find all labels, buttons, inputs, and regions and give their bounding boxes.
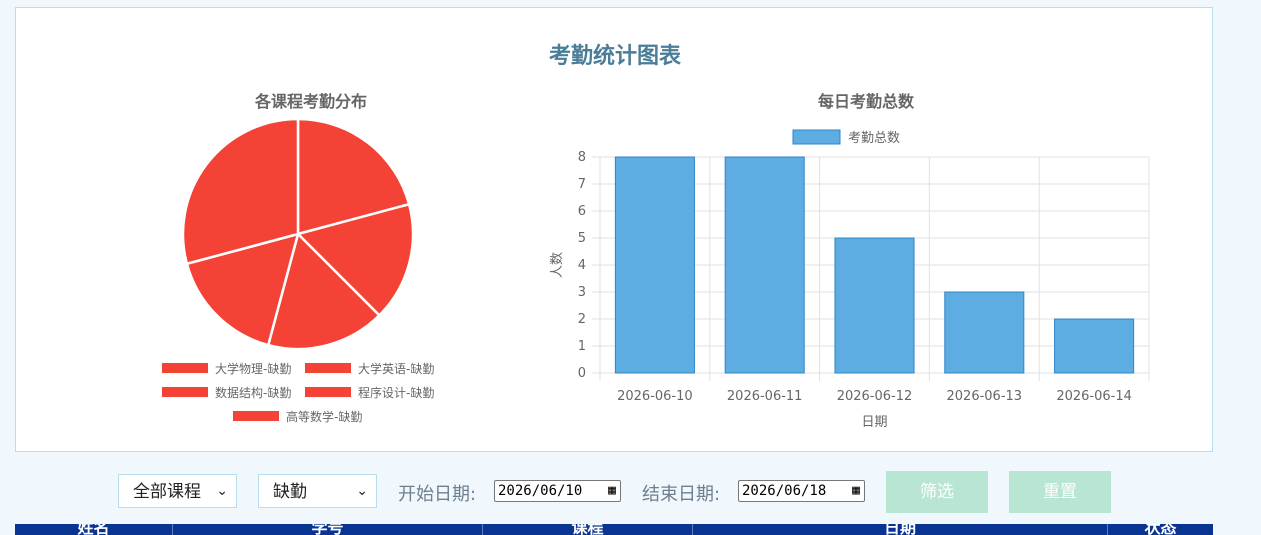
x-tick-label: 2026-06-12 (837, 389, 913, 404)
y-tick-label: 8 (578, 150, 586, 165)
start-date-value: 2026/06/10 (498, 483, 583, 499)
end-date-label: 结束日期: (642, 484, 721, 505)
chart-panel: 考勤统计图表 各课程考勤分布 每日考勤总数 大学物理-缺勤 大学英语-缺勤 数据结构… (15, 7, 1213, 452)
y-axis-title: 人数 (550, 252, 565, 278)
filter-bar: 全部课程 ⌄ 缺勤 ⌄ 开始日期: 2026/06/10 ▦ 结束日期: 202… (0, 466, 1261, 516)
y-tick-label: 5 (578, 231, 586, 246)
chevron-down-icon: ⌄ (216, 483, 228, 499)
column-header-student-id[interactable]: 学号 (173, 524, 483, 535)
bar-chart: 0 1 2 3 4 5 6 7 8 2026-06-10 2026-06-11 2026-06-12 2… (550, 129, 1150, 430)
x-tick-label: 2026-06-13 (947, 389, 1023, 404)
end-date-input[interactable]: 2026/06/18 ▦ (738, 480, 865, 502)
column-header-name[interactable]: 姓名 (15, 524, 173, 535)
y-tick-label: 0 (578, 366, 586, 381)
x-tick-label: 2026-06-10 (617, 389, 693, 404)
x-axis-title: 日期 (861, 415, 887, 430)
status-select-value: 缺勤 (273, 482, 307, 502)
bar (614, 156, 695, 374)
x-tick-label: 2026-06-11 (727, 389, 803, 404)
course-select-value: 全部课程 (133, 482, 201, 502)
y-tick-label: 1 (578, 339, 586, 354)
calendar-icon[interactable]: ▦ (852, 481, 860, 501)
y-tick-label: 3 (578, 285, 586, 300)
bar (944, 291, 1025, 374)
end-date-value: 2026/06/18 (742, 483, 827, 499)
y-tick-label: 7 (578, 177, 586, 192)
legend-label: 考勤总数 (848, 131, 900, 146)
column-header-status[interactable]: 状态 (1108, 524, 1213, 535)
table-header: 姓名 学号 课程 日期 状态 (15, 524, 1213, 535)
y-tick-label: 6 (578, 204, 586, 219)
bar (834, 237, 915, 374)
start-date-label: 开始日期: (398, 484, 477, 505)
course-select[interactable]: 全部课程 ⌄ (118, 474, 237, 508)
bar (1054, 318, 1135, 374)
chevron-down-icon: ⌄ (356, 483, 368, 499)
x-tick-label: 2026-06-14 (1056, 389, 1132, 404)
status-select[interactable]: 缺勤 ⌄ (258, 474, 377, 508)
column-header-course[interactable]: 课程 (483, 524, 693, 535)
column-header-date[interactable]: 日期 (693, 524, 1108, 535)
y-tick-label: 2 (578, 312, 586, 327)
legend-swatch (792, 129, 841, 145)
y-tick-label: 4 (578, 258, 586, 273)
reset-button[interactable]: 重置 (1009, 471, 1111, 513)
filter-button[interactable]: 筛选 (886, 471, 988, 513)
bar (724, 156, 805, 374)
calendar-icon[interactable]: ▦ (608, 481, 616, 501)
start-date-input[interactable]: 2026/06/10 ▦ (494, 480, 621, 502)
